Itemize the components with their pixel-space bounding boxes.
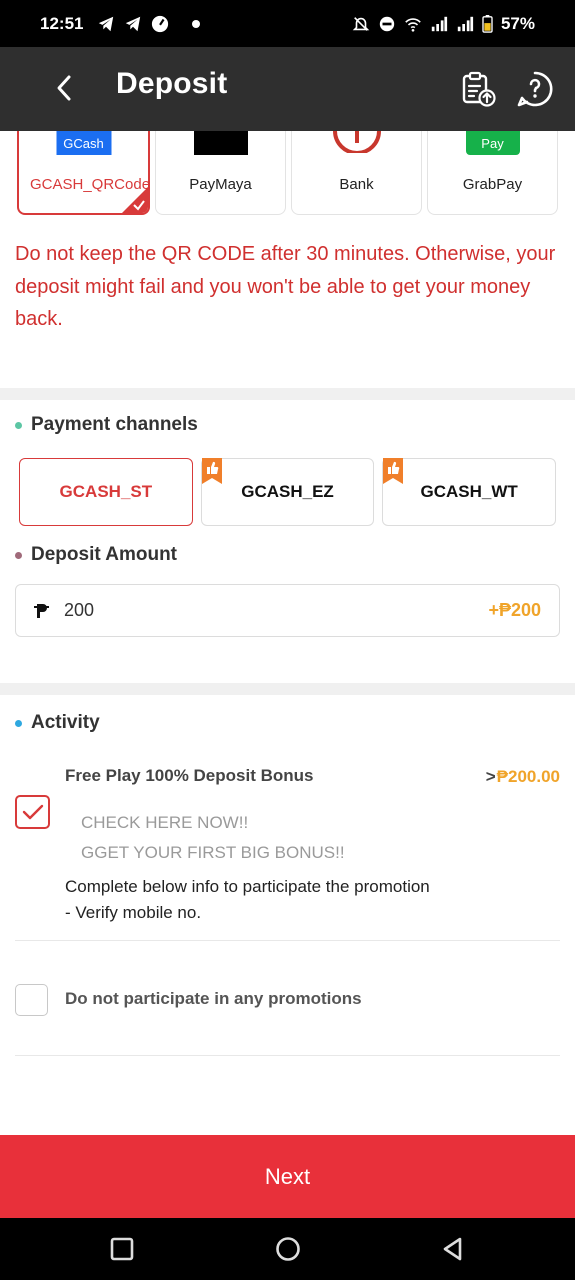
divider xyxy=(15,940,560,941)
system-nav-bar xyxy=(0,1218,575,1280)
clipboard-upload-icon xyxy=(462,71,496,107)
channel-gcash-ez[interactable]: GCASH_EZ xyxy=(200,458,375,526)
next-button[interactable]: Next xyxy=(0,1135,575,1218)
signal-icon xyxy=(431,16,448,31)
method-grabpay[interactable]: Pay GrabPay xyxy=(427,131,558,215)
amount-value: 200 xyxy=(64,600,95,620)
promo-amount-prefix: > xyxy=(485,767,496,786)
method-label: PayMaya xyxy=(189,176,252,193)
telegram-icon xyxy=(99,16,114,31)
bullet-dot xyxy=(15,421,22,429)
info-line: Complete below info to participate the p… xyxy=(65,877,430,896)
deposit-amount-heading: Deposit Amount xyxy=(15,544,177,566)
channel-label: GCASH_ST xyxy=(59,482,153,501)
deposit-amount-input[interactable]: 200 +₱200 xyxy=(15,584,560,637)
peso-icon xyxy=(34,603,49,618)
question-info-icon xyxy=(517,71,553,107)
method-paymaya[interactable]: PayMaya xyxy=(155,131,286,215)
no-promo-checkbox[interactable] xyxy=(15,984,48,1016)
paymaya-logo xyxy=(193,131,248,155)
section-divider xyxy=(0,388,575,400)
amount-bonus: +₱200 xyxy=(488,600,541,620)
notification-icons xyxy=(97,15,201,33)
recent-apps-icon[interactable] xyxy=(109,1236,135,1262)
thumbs-up-badge-icon xyxy=(383,458,404,484)
help-button[interactable] xyxy=(515,69,555,109)
gcash-logo: GCash xyxy=(56,131,111,155)
do-not-disturb-icon xyxy=(379,16,395,31)
chevron-left-icon xyxy=(57,75,71,101)
page-title: Deposit xyxy=(116,67,228,100)
qr-warning-text: Do not keep the QR CODE after 30 minutes… xyxy=(15,243,556,330)
channel-label: GCASH_EZ xyxy=(241,482,334,501)
section-title-text: Deposit Amount xyxy=(31,544,178,565)
status-bar: 12:51 57% xyxy=(0,0,575,47)
promo-requirements: Complete below info to participate the p… xyxy=(65,874,430,926)
app-header: Deposit xyxy=(0,47,575,131)
channel-gcash-wt[interactable]: GCASH_WT xyxy=(382,458,557,526)
promo-description: CHECK HERE NOW!! GGET YOUR FIRST BIG BON… xyxy=(81,808,345,868)
status-time: 12:51 xyxy=(40,13,84,33)
activity-heading: Activity xyxy=(15,712,100,734)
checkmark-icon xyxy=(133,200,145,211)
battery-icon xyxy=(482,14,493,33)
promo-line: CHECK HERE NOW!! xyxy=(81,813,249,832)
section-title-text: Payment channels xyxy=(31,414,198,435)
section-divider xyxy=(0,683,575,695)
divider xyxy=(15,1055,560,1056)
info-line: - Verify mobile no. xyxy=(65,903,202,922)
deposit-methods: GCash GCASH_QRCode PayMaya Bank Pay Grab… xyxy=(17,131,558,215)
back-nav-icon[interactable] xyxy=(440,1236,466,1262)
section-title-text: Activity xyxy=(31,712,100,733)
telegram-icon xyxy=(126,16,141,31)
system-status: 57% xyxy=(352,14,535,34)
promo-amount-value: ₱200.00 xyxy=(496,767,560,786)
promo-checkbox[interactable] xyxy=(15,795,50,829)
bank-logo-icon xyxy=(332,131,381,153)
checkmark-icon xyxy=(22,804,43,820)
promo-amount: > ₱200.00 xyxy=(486,767,560,787)
back-button[interactable] xyxy=(48,72,80,104)
thumbs-up-badge-icon xyxy=(201,458,222,484)
channel-label: GCASH_WT xyxy=(420,482,518,501)
wifi-icon xyxy=(405,17,421,32)
speedometer-icon xyxy=(152,15,169,32)
method-gcash-qrcode[interactable]: GCash GCASH_QRCode xyxy=(17,131,150,215)
promo-title: Free Play 100% Deposit Bonus xyxy=(65,766,314,785)
mute-bell-icon xyxy=(352,16,370,31)
bullet-dot xyxy=(15,719,22,727)
grabpay-logo: Pay xyxy=(465,131,520,155)
dot-icon xyxy=(192,19,201,28)
payment-channels-heading: Payment channels xyxy=(15,414,198,436)
method-label: Bank xyxy=(339,176,374,193)
payment-channels: GCASH_ST GCASH_EZ GCASH_WT xyxy=(19,458,557,526)
no-promo-label: Do not participate in any promotions xyxy=(65,989,362,1008)
home-icon[interactable] xyxy=(275,1236,301,1262)
promo-line: GGET YOUR FIRST BIG BONUS!! xyxy=(81,843,345,862)
signal-icon xyxy=(457,16,474,31)
channel-gcash-st[interactable]: GCASH_ST xyxy=(19,458,193,526)
bullet-dot xyxy=(15,551,22,559)
method-bank[interactable]: Bank xyxy=(291,131,422,215)
deposit-records-button[interactable] xyxy=(458,69,498,109)
method-label: GrabPay xyxy=(462,176,523,193)
battery-level: 57% xyxy=(500,13,535,33)
